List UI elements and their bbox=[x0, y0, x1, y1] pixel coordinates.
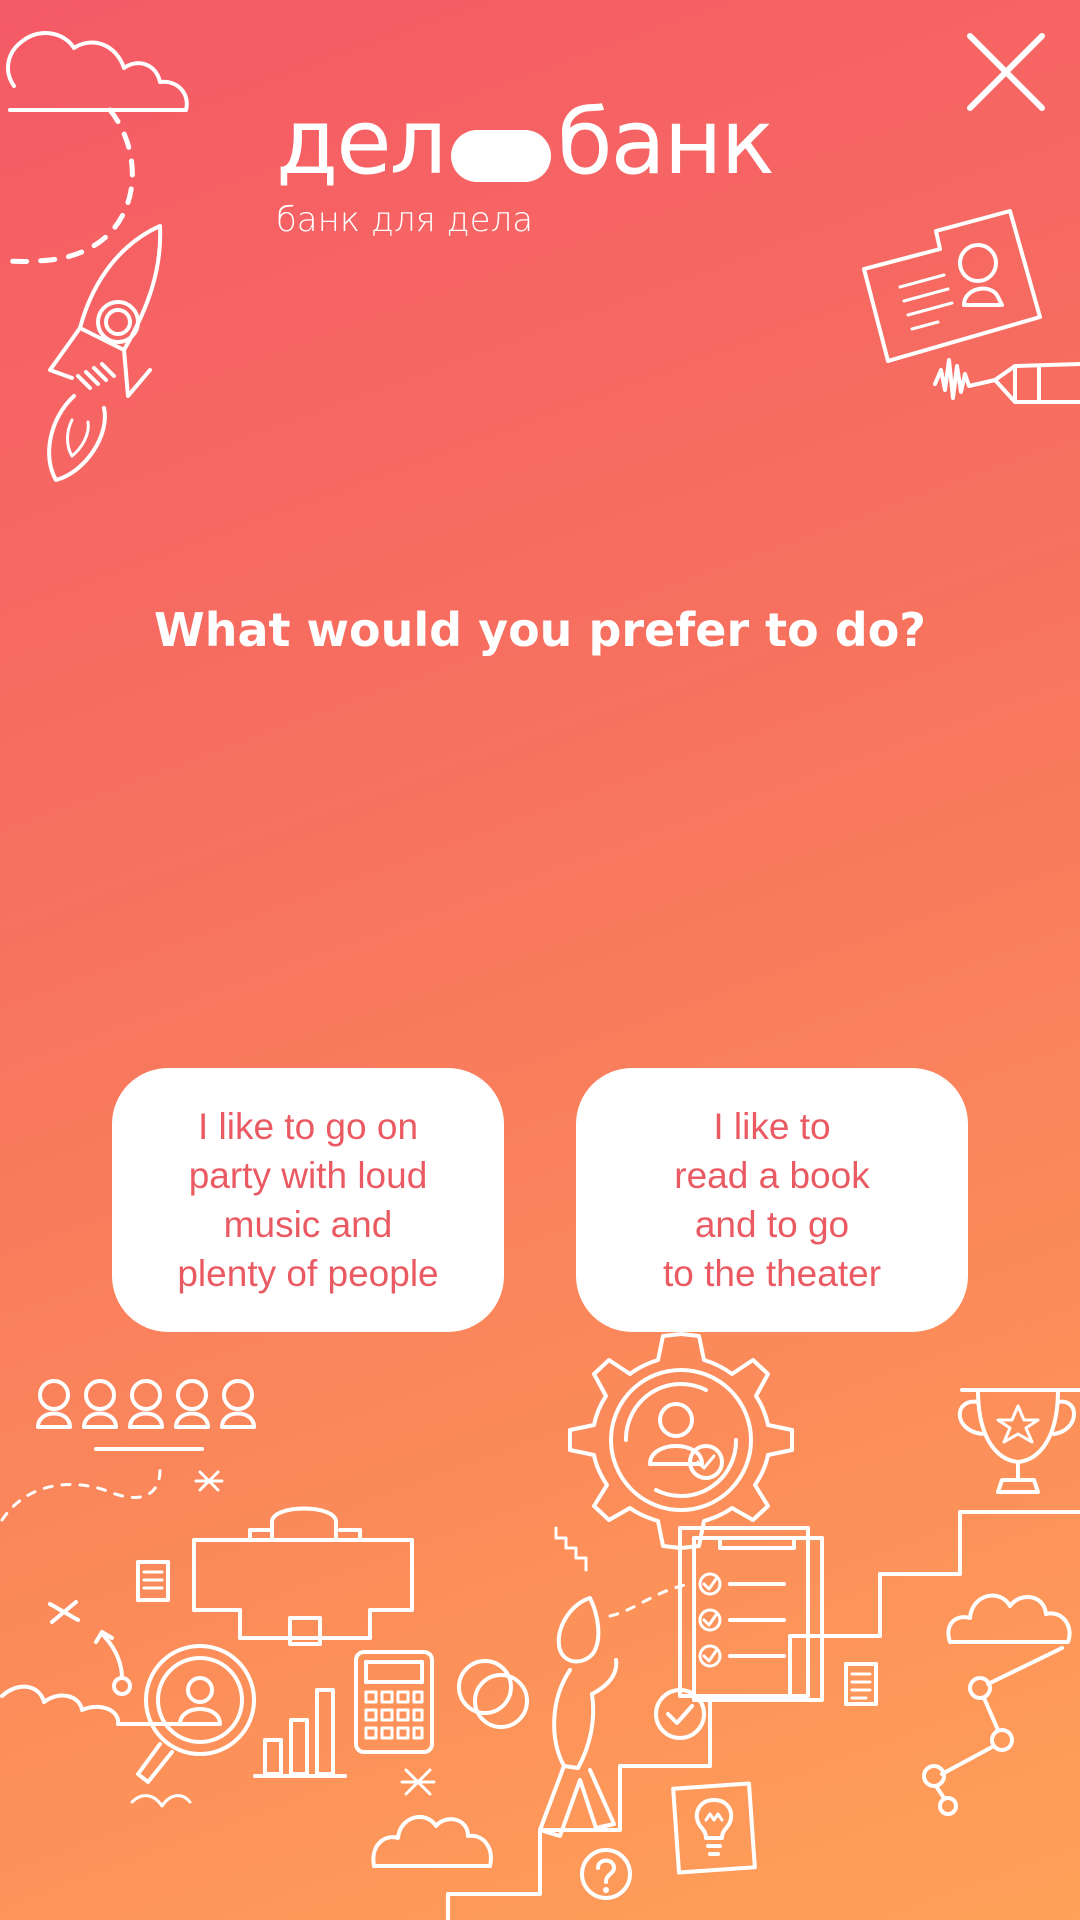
logo-tagline: банк для дела bbox=[276, 200, 534, 240]
logo-pill-mark bbox=[451, 130, 552, 182]
sparkle-bottom-icon bbox=[400, 1768, 436, 1796]
delobank-logo: дел банк банк для дела bbox=[276, 88, 816, 258]
document-right-icon bbox=[844, 1662, 878, 1706]
id-card-icon bbox=[862, 209, 1042, 363]
rocket-icon bbox=[47, 224, 163, 482]
close-button[interactable] bbox=[962, 28, 1050, 116]
logo-word-left: дел bbox=[276, 90, 447, 195]
logo-wordmark: дел банк bbox=[276, 88, 775, 198]
cloud-right-icon bbox=[946, 1593, 1072, 1644]
question-mark-icon bbox=[580, 1848, 632, 1900]
bird-icon bbox=[130, 1794, 192, 1808]
answer-party-label: I like to go on party with loud music an… bbox=[177, 1106, 439, 1294]
lightbulb-card-icon bbox=[671, 1781, 757, 1875]
network-icon bbox=[922, 1646, 1064, 1816]
quiz-screen: дел банк банк для дела What would you pre… bbox=[0, 0, 1080, 1920]
document-left-icon bbox=[136, 1560, 170, 1602]
pen-icon bbox=[933, 358, 1080, 404]
zigzag-icon bbox=[554, 1526, 588, 1572]
trophy-icon bbox=[957, 1388, 1080, 1494]
close-icon bbox=[967, 33, 1045, 111]
briefcase-icon bbox=[192, 1506, 414, 1646]
bar-chart-icon bbox=[253, 1688, 347, 1778]
cloud-icon bbox=[6, 31, 189, 112]
answer-book-button[interactable]: I like to read a book and to go to the t… bbox=[576, 1068, 968, 1332]
answer-book-label: I like to read a book and to go to the t… bbox=[662, 1106, 882, 1294]
quiz-question: What would you prefer to do? bbox=[154, 603, 926, 657]
calculator-icon bbox=[354, 1650, 434, 1754]
logo-word-right: банк bbox=[557, 90, 775, 195]
dashed-path-right bbox=[608, 1582, 692, 1618]
answer-party-button[interactable]: I like to go on party with loud music an… bbox=[112, 1068, 504, 1332]
arrow-doodle bbox=[48, 1600, 132, 1696]
